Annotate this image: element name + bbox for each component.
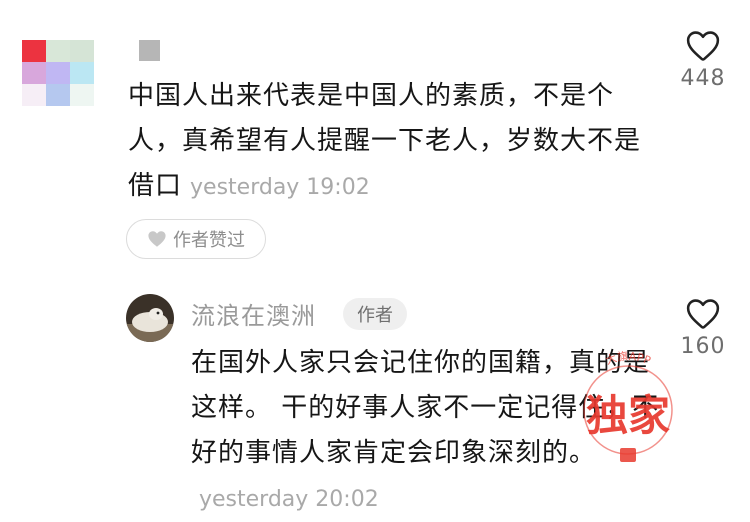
heart-outline-icon [686, 31, 720, 61]
author-liked-badge: 作者赞过 [126, 219, 266, 259]
comment-timestamp: yesterday 19:02 [190, 175, 370, 200]
comment-like-count: 448 [680, 66, 726, 91]
comment-text: 中国人出来代表是中国人的素质，不是个人，真希望有人提醒一下老人，岁数大不是借口 y… [128, 74, 658, 210]
reply-username[interactable]: 流浪在澳洲 [191, 296, 316, 331]
commenter-name-blurred[interactable] [139, 40, 160, 61]
author-liked-label: 作者赞过 [173, 230, 245, 251]
watermark-main-text: 独家 [586, 391, 670, 440]
watermark-stamp: 大旗APP 独家 [583, 349, 673, 462]
comment-like-button[interactable]: 448 [673, 30, 733, 91]
author-badge: 作者 [343, 298, 407, 330]
heart-filled-icon [148, 231, 166, 247]
commenter-avatar-blurred[interactable] [22, 40, 94, 108]
reply-avatar[interactable] [126, 294, 174, 342]
reply-timestamp: yesterday 20:02 [199, 487, 379, 512]
watermark-arc-text: 大旗APP [604, 349, 653, 368]
heart-outline-icon [686, 299, 720, 329]
